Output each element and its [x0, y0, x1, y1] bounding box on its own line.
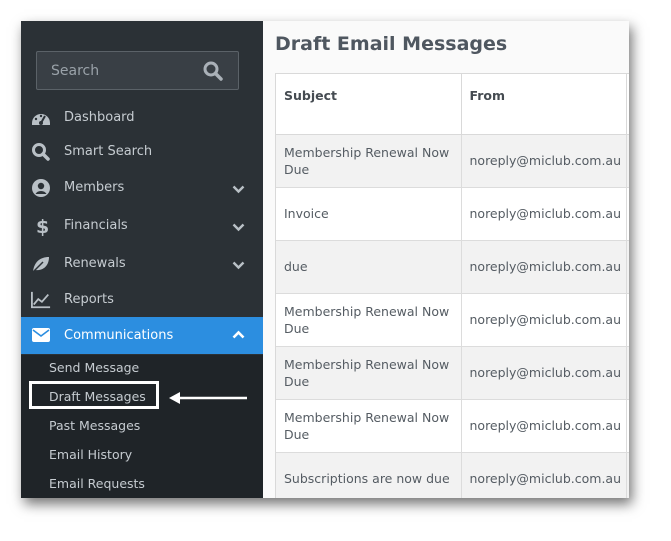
table-row[interactable]: Membership Renewal Now Due noreply@miclu… [276, 399, 629, 453]
submenu-item-email-history[interactable]: Email History [49, 445, 132, 465]
table-row[interactable]: Invoice noreply@miclub.com.au [276, 187, 629, 241]
highlight-box [29, 381, 159, 409]
submenu-item-send-message[interactable]: Send Message [49, 358, 139, 378]
cell-subject: Membership Renewal Now Due [276, 399, 462, 453]
cell-subject: Invoice [276, 187, 462, 241]
cell-extra [626, 240, 629, 294]
cell-extra [626, 187, 629, 241]
table-row[interactable]: Membership Renewal Now Due noreply@miclu… [276, 134, 629, 188]
search-icon[interactable] [203, 61, 223, 81]
table-row[interactable]: Subscriptions are now due noreply@miclub… [276, 452, 629, 498]
sidebar-item-renewals[interactable]: Renewals [21, 245, 263, 283]
cell-subject: Membership Renewal Now Due [276, 134, 462, 188]
sidebar-item-label: Members [64, 180, 125, 195]
cell-extra [626, 399, 629, 453]
line-chart-icon [31, 291, 51, 309]
column-header-next[interactable] [626, 74, 629, 135]
drafts-table: Subject From Membership Renewal Now Due … [276, 74, 629, 498]
cell-subject: Membership Renewal Now Due [276, 346, 462, 400]
search-box [36, 51, 239, 90]
sidebar-item-reports[interactable]: Reports [21, 283, 263, 317]
cell-extra [626, 346, 629, 400]
chevron-down-icon[interactable] [232, 185, 245, 194]
svg-text:$: $ [36, 216, 49, 236]
cell-subject: Subscriptions are now due [276, 452, 462, 498]
user-icon [32, 179, 50, 197]
main-menu: Dashboard Smart Search Members $ Financi… [21, 101, 263, 354]
table-header-row: Subject From [276, 74, 629, 135]
sidebar-item-financials[interactable]: $ Financials [21, 207, 263, 245]
main-content: Draft Email Messages Subject From Member… [263, 21, 629, 498]
cell-subject: Membership Renewal Now Due [276, 293, 462, 347]
sidebar-item-label: Financials [64, 218, 128, 233]
cell-extra [626, 452, 629, 498]
envelope-icon [32, 328, 50, 342]
column-header-subject[interactable]: Subject [276, 74, 462, 135]
cell-from: noreply@miclub.com.au [461, 134, 627, 188]
sidebar-item-dashboard[interactable]: Dashboard [21, 101, 263, 135]
sidebar-item-smart-search[interactable]: Smart Search [21, 135, 263, 169]
cell-extra [626, 134, 629, 188]
dashboard-icon [32, 114, 50, 125]
submenu-item-email-requests[interactable]: Email Requests [49, 474, 145, 494]
cell-from: noreply@miclub.com.au [461, 187, 627, 241]
sidebar-item-communications[interactable]: Communications [21, 317, 263, 354]
cell-subject: due [276, 240, 462, 294]
cell-from: noreply@miclub.com.au [461, 346, 627, 400]
sidebar-item-label: Dashboard [64, 110, 135, 125]
sidebar-item-label: Communications [64, 328, 174, 343]
table-row[interactable]: Membership Renewal Now Due noreply@miclu… [276, 346, 629, 400]
dollar-icon: $ [36, 216, 49, 236]
chevron-down-icon[interactable] [232, 261, 245, 270]
search-icon [32, 143, 50, 161]
drafts-table-container: Subject From Membership Renewal Now Due … [275, 73, 629, 498]
sidebar-item-members[interactable]: Members [21, 169, 263, 207]
cell-from: noreply@miclub.com.au [461, 240, 627, 294]
sidebar-item-label: Renewals [64, 256, 126, 271]
chevron-up-icon[interactable] [232, 330, 245, 339]
cell-from: noreply@miclub.com.au [461, 293, 627, 347]
table-row[interactable]: Membership Renewal Now Due noreply@miclu… [276, 293, 629, 347]
cell-from: noreply@miclub.com.au [461, 399, 627, 453]
cell-extra [626, 293, 629, 347]
chevron-down-icon[interactable] [232, 223, 245, 232]
cell-from: noreply@miclub.com.au [461, 452, 627, 498]
leaf-icon [32, 257, 49, 273]
column-header-from[interactable]: From [461, 74, 627, 135]
table-row[interactable]: due noreply@miclub.com.au [276, 240, 629, 294]
communications-submenu: Send Message Draft Messages Past Message… [21, 355, 263, 498]
page-title: Draft Email Messages [275, 33, 508, 55]
sidebar-item-label: Smart Search [64, 144, 153, 159]
sidebar: Dashboard Smart Search Members [21, 21, 263, 498]
app-window: Dashboard Smart Search Members [21, 21, 629, 498]
sidebar-item-label: Reports [64, 292, 114, 307]
arrow-left-icon [169, 392, 247, 404]
submenu-item-past-messages[interactable]: Past Messages [49, 416, 140, 436]
search-input[interactable] [37, 52, 211, 89]
